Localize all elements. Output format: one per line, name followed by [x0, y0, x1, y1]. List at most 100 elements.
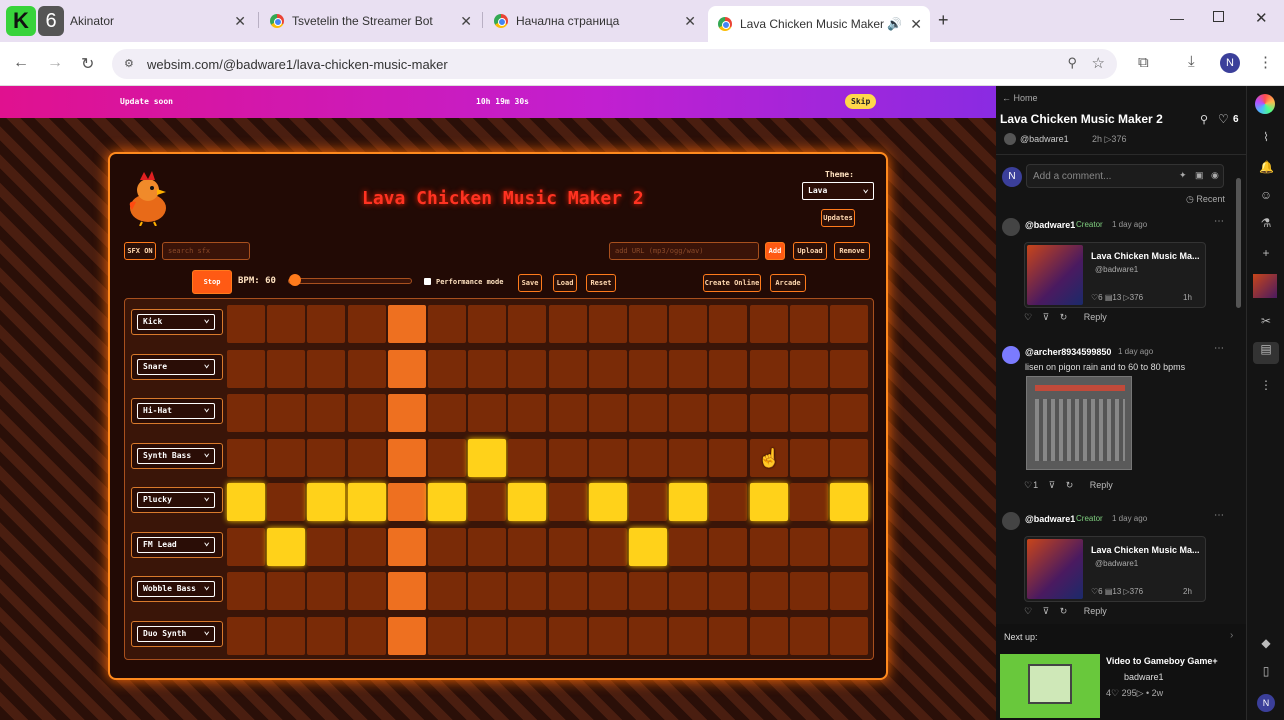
step-cell[interactable] — [428, 438, 466, 477]
step-cell[interactable] — [709, 527, 748, 566]
step-cell[interactable] — [508, 572, 547, 610]
download-icon[interactable]: ⤓ — [1188, 53, 1195, 70]
forward-icon[interactable]: → — [47, 54, 63, 72]
step-cell[interactable] — [789, 572, 828, 610]
next-title[interactable]: Video to Gameboy Game+ — [1106, 656, 1218, 666]
step-cell[interactable] — [267, 438, 306, 477]
step-cell[interactable] — [428, 572, 466, 610]
close-icon[interactable]: ✕ — [234, 13, 246, 30]
step-cell[interactable] — [227, 438, 265, 477]
step-cell[interactable] — [347, 438, 386, 477]
reply-button[interactable]: Reply — [1090, 480, 1113, 490]
instrument-select[interactable]: FM Lead — [131, 531, 223, 558]
step-cell[interactable] — [669, 438, 708, 477]
step-cell[interactable] — [307, 349, 346, 388]
step-cell[interactable] — [347, 394, 386, 432]
load-button[interactable]: Load — [553, 274, 577, 292]
step-cell[interactable] — [508, 305, 547, 343]
step-cell[interactable] — [830, 438, 868, 477]
stop-button[interactable]: Stop — [192, 270, 232, 294]
pin-icon[interactable]: ⚲ — [1200, 113, 1208, 126]
project-card[interactable]: Lava Chicken Music Ma... @badware1 ♡6 ▤1… — [1024, 242, 1206, 308]
step-cell[interactable] — [709, 394, 748, 432]
extensions-icon[interactable]: ⧉ — [1138, 54, 1149, 71]
step-cell[interactable] — [307, 527, 346, 566]
step-cell[interactable] — [387, 527, 426, 566]
step-cell[interactable] — [669, 349, 708, 388]
like-icon[interactable]: ♡ — [1024, 312, 1032, 322]
step-cell[interactable] — [428, 394, 466, 432]
step-cell[interactable] — [428, 616, 466, 655]
dislike-icon[interactable]: ⊽ — [1049, 480, 1056, 490]
close-icon[interactable]: ✕ — [684, 13, 696, 30]
step-cell[interactable] — [267, 394, 306, 432]
step-cell[interactable] — [347, 527, 386, 566]
tools-icon[interactable]: ✂ — [1259, 314, 1273, 328]
sfx-toggle[interactable]: SFX ON — [124, 242, 156, 260]
step-cell[interactable] — [267, 572, 306, 610]
step-cell[interactable] — [588, 572, 627, 610]
image-icon[interactable]: ▣ — [1195, 170, 1204, 181]
step-cell[interactable] — [588, 438, 627, 477]
bell-icon[interactable]: 🔔 — [1259, 160, 1274, 174]
step-cell[interactable] — [588, 394, 627, 432]
step-cell[interactable] — [267, 305, 306, 343]
akinator-tab[interactable]: K 6 Akinator ✕ — [4, 6, 254, 36]
home-page-tab[interactable]: Начална страница ✕ — [484, 6, 704, 36]
step-cell[interactable] — [428, 349, 466, 388]
more-icon[interactable]: ⋯ — [1214, 510, 1224, 521]
add-button[interactable]: Add — [765, 242, 785, 260]
arcade-button[interactable]: Arcade — [770, 274, 806, 292]
step-cell[interactable] — [307, 483, 346, 521]
zoom-icon[interactable]: ⚲ — [1067, 55, 1077, 71]
feed-icon[interactable]: ⌇ — [1259, 130, 1273, 144]
instrument-name[interactable]: Plucky — [137, 490, 215, 508]
menu-icon[interactable]: ⋮ — [1258, 53, 1273, 71]
websim-logo-icon[interactable] — [1255, 94, 1275, 114]
step-cell[interactable] — [629, 483, 667, 521]
step-cell[interactable] — [749, 616, 788, 655]
step-cell[interactable] — [789, 616, 828, 655]
step-cell[interactable] — [548, 483, 587, 521]
instrument-select[interactable]: Kick — [131, 309, 223, 335]
step-cell[interactable] — [588, 305, 627, 343]
step-cell[interactable] — [548, 572, 587, 610]
instrument-name[interactable]: Wobble Bass — [137, 579, 215, 597]
sound-url-input[interactable]: add URL (mp3/ogg/wav) — [609, 242, 759, 260]
step-cell[interactable] — [508, 438, 547, 477]
theme-select[interactable]: Lava ⌄ — [802, 182, 874, 200]
step-cell[interactable] — [227, 305, 265, 343]
instrument-name[interactable]: Kick — [137, 312, 215, 330]
step-cell[interactable] — [830, 305, 868, 343]
step-cell[interactable] — [468, 616, 507, 655]
profile-avatar[interactable]: N — [1220, 53, 1240, 73]
tsvetelin-tab[interactable]: Tsvetelin the Streamer Bot ✕ — [260, 6, 480, 36]
step-cell[interactable] — [387, 305, 426, 343]
comment-author[interactable]: @badware1 — [1025, 514, 1075, 524]
step-cell[interactable] — [789, 349, 828, 388]
profile-icon[interactable]: N — [1257, 694, 1275, 712]
step-cell[interactable] — [830, 394, 868, 432]
step-cell[interactable] — [307, 572, 346, 610]
step-cell[interactable] — [267, 527, 306, 566]
step-cell[interactable] — [387, 572, 426, 610]
reply-button[interactable]: Reply — [1084, 312, 1107, 322]
step-cell[interactable] — [749, 394, 788, 432]
step-cell[interactable] — [749, 527, 788, 566]
step-cell[interactable] — [548, 438, 587, 477]
skip-button[interactable]: Skip — [845, 94, 877, 109]
step-cell[interactable] — [387, 483, 426, 521]
step-cell[interactable] — [830, 616, 868, 655]
step-cell[interactable] — [468, 394, 507, 432]
instrument-name[interactable]: Duo Synth — [137, 624, 215, 642]
performance-checkbox[interactable] — [424, 278, 431, 285]
step-cell[interactable] — [709, 616, 748, 655]
step-cell[interactable] — [669, 483, 708, 521]
step-cell[interactable] — [709, 483, 748, 521]
step-cell[interactable] — [709, 438, 748, 477]
sort-dropdown[interactable]: ◷ Recent — [1186, 194, 1225, 205]
instrument-select[interactable]: Duo Synth — [131, 620, 223, 647]
step-cell[interactable] — [830, 483, 868, 521]
comments-icon[interactable]: ▤ — [1253, 342, 1279, 364]
upload-button[interactable]: Upload — [793, 242, 827, 260]
